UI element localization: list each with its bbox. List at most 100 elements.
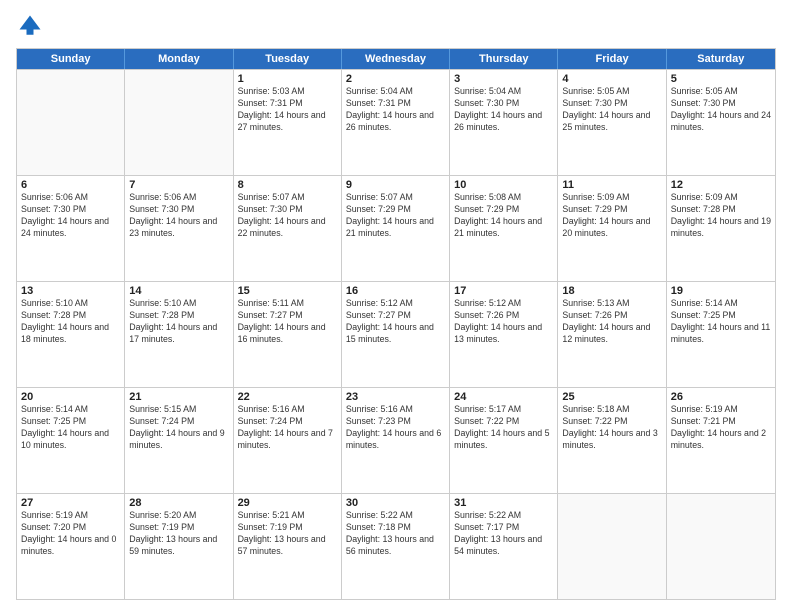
page: SundayMondayTuesdayWednesdayThursdayFrid… [0, 0, 792, 612]
weekday-header: Sunday [17, 49, 125, 69]
calendar-cell: 27Sunrise: 5:19 AM Sunset: 7:20 PM Dayli… [17, 494, 125, 599]
day-number: 20 [21, 391, 120, 403]
calendar-cell: 5Sunrise: 5:05 AM Sunset: 7:30 PM Daylig… [667, 70, 775, 175]
cell-detail: Sunrise: 5:10 AM Sunset: 7:28 PM Dayligh… [129, 298, 228, 346]
calendar-cell: 22Sunrise: 5:16 AM Sunset: 7:24 PM Dayli… [234, 388, 342, 493]
calendar-cell: 9Sunrise: 5:07 AM Sunset: 7:29 PM Daylig… [342, 176, 450, 281]
day-number: 23 [346, 391, 445, 403]
day-number: 17 [454, 285, 553, 297]
weekday-header: Monday [125, 49, 233, 69]
calendar-row: 27Sunrise: 5:19 AM Sunset: 7:20 PM Dayli… [17, 493, 775, 599]
calendar-cell: 2Sunrise: 5:04 AM Sunset: 7:31 PM Daylig… [342, 70, 450, 175]
day-number: 15 [238, 285, 337, 297]
cell-detail: Sunrise: 5:16 AM Sunset: 7:24 PM Dayligh… [238, 404, 337, 452]
day-number: 16 [346, 285, 445, 297]
cell-detail: Sunrise: 5:03 AM Sunset: 7:31 PM Dayligh… [238, 86, 337, 134]
cell-detail: Sunrise: 5:05 AM Sunset: 7:30 PM Dayligh… [671, 86, 771, 134]
calendar-cell: 21Sunrise: 5:15 AM Sunset: 7:24 PM Dayli… [125, 388, 233, 493]
cell-detail: Sunrise: 5:12 AM Sunset: 7:27 PM Dayligh… [346, 298, 445, 346]
cell-detail: Sunrise: 5:04 AM Sunset: 7:30 PM Dayligh… [454, 86, 553, 134]
calendar-cell: 25Sunrise: 5:18 AM Sunset: 7:22 PM Dayli… [558, 388, 666, 493]
day-number: 27 [21, 497, 120, 509]
calendar-row: 6Sunrise: 5:06 AM Sunset: 7:30 PM Daylig… [17, 175, 775, 281]
cell-detail: Sunrise: 5:04 AM Sunset: 7:31 PM Dayligh… [346, 86, 445, 134]
cell-detail: Sunrise: 5:20 AM Sunset: 7:19 PM Dayligh… [129, 510, 228, 558]
calendar-cell: 29Sunrise: 5:21 AM Sunset: 7:19 PM Dayli… [234, 494, 342, 599]
cell-detail: Sunrise: 5:06 AM Sunset: 7:30 PM Dayligh… [129, 192, 228, 240]
calendar-cell: 1Sunrise: 5:03 AM Sunset: 7:31 PM Daylig… [234, 70, 342, 175]
calendar-cell: 17Sunrise: 5:12 AM Sunset: 7:26 PM Dayli… [450, 282, 558, 387]
day-number: 14 [129, 285, 228, 297]
cell-detail: Sunrise: 5:16 AM Sunset: 7:23 PM Dayligh… [346, 404, 445, 452]
day-number: 5 [671, 73, 771, 85]
calendar-cell [125, 70, 233, 175]
calendar-cell: 14Sunrise: 5:10 AM Sunset: 7:28 PM Dayli… [125, 282, 233, 387]
day-number: 8 [238, 179, 337, 191]
cell-detail: Sunrise: 5:09 AM Sunset: 7:29 PM Dayligh… [562, 192, 661, 240]
weekday-header: Saturday [667, 49, 775, 69]
calendar-cell: 11Sunrise: 5:09 AM Sunset: 7:29 PM Dayli… [558, 176, 666, 281]
cell-detail: Sunrise: 5:21 AM Sunset: 7:19 PM Dayligh… [238, 510, 337, 558]
cell-detail: Sunrise: 5:07 AM Sunset: 7:29 PM Dayligh… [346, 192, 445, 240]
calendar-cell: 6Sunrise: 5:06 AM Sunset: 7:30 PM Daylig… [17, 176, 125, 281]
calendar-cell: 10Sunrise: 5:08 AM Sunset: 7:29 PM Dayli… [450, 176, 558, 281]
cell-detail: Sunrise: 5:22 AM Sunset: 7:18 PM Dayligh… [346, 510, 445, 558]
calendar-cell [558, 494, 666, 599]
cell-detail: Sunrise: 5:10 AM Sunset: 7:28 PM Dayligh… [21, 298, 120, 346]
calendar-cell: 12Sunrise: 5:09 AM Sunset: 7:28 PM Dayli… [667, 176, 775, 281]
day-number: 21 [129, 391, 228, 403]
calendar-row: 13Sunrise: 5:10 AM Sunset: 7:28 PM Dayli… [17, 281, 775, 387]
day-number: 29 [238, 497, 337, 509]
cell-detail: Sunrise: 5:17 AM Sunset: 7:22 PM Dayligh… [454, 404, 553, 452]
cell-detail: Sunrise: 5:05 AM Sunset: 7:30 PM Dayligh… [562, 86, 661, 134]
calendar-header: SundayMondayTuesdayWednesdayThursdayFrid… [17, 49, 775, 69]
cell-detail: Sunrise: 5:06 AM Sunset: 7:30 PM Dayligh… [21, 192, 120, 240]
calendar-cell [667, 494, 775, 599]
day-number: 19 [671, 285, 771, 297]
cell-detail: Sunrise: 5:14 AM Sunset: 7:25 PM Dayligh… [21, 404, 120, 452]
calendar-body: 1Sunrise: 5:03 AM Sunset: 7:31 PM Daylig… [17, 69, 775, 599]
day-number: 10 [454, 179, 553, 191]
calendar-cell: 23Sunrise: 5:16 AM Sunset: 7:23 PM Dayli… [342, 388, 450, 493]
calendar-cell: 13Sunrise: 5:10 AM Sunset: 7:28 PM Dayli… [17, 282, 125, 387]
calendar-cell: 30Sunrise: 5:22 AM Sunset: 7:18 PM Dayli… [342, 494, 450, 599]
day-number: 1 [238, 73, 337, 85]
calendar-cell: 20Sunrise: 5:14 AM Sunset: 7:25 PM Dayli… [17, 388, 125, 493]
cell-detail: Sunrise: 5:09 AM Sunset: 7:28 PM Dayligh… [671, 192, 771, 240]
cell-detail: Sunrise: 5:22 AM Sunset: 7:17 PM Dayligh… [454, 510, 553, 558]
day-number: 18 [562, 285, 661, 297]
day-number: 4 [562, 73, 661, 85]
cell-detail: Sunrise: 5:11 AM Sunset: 7:27 PM Dayligh… [238, 298, 337, 346]
cell-detail: Sunrise: 5:08 AM Sunset: 7:29 PM Dayligh… [454, 192, 553, 240]
cell-detail: Sunrise: 5:13 AM Sunset: 7:26 PM Dayligh… [562, 298, 661, 346]
day-number: 24 [454, 391, 553, 403]
day-number: 31 [454, 497, 553, 509]
day-number: 26 [671, 391, 771, 403]
calendar-row: 1Sunrise: 5:03 AM Sunset: 7:31 PM Daylig… [17, 69, 775, 175]
cell-detail: Sunrise: 5:12 AM Sunset: 7:26 PM Dayligh… [454, 298, 553, 346]
weekday-header: Wednesday [342, 49, 450, 69]
cell-detail: Sunrise: 5:18 AM Sunset: 7:22 PM Dayligh… [562, 404, 661, 452]
day-number: 3 [454, 73, 553, 85]
calendar-cell: 28Sunrise: 5:20 AM Sunset: 7:19 PM Dayli… [125, 494, 233, 599]
cell-detail: Sunrise: 5:19 AM Sunset: 7:20 PM Dayligh… [21, 510, 120, 558]
logo-icon [16, 12, 44, 40]
calendar-cell: 16Sunrise: 5:12 AM Sunset: 7:27 PM Dayli… [342, 282, 450, 387]
calendar-cell: 15Sunrise: 5:11 AM Sunset: 7:27 PM Dayli… [234, 282, 342, 387]
day-number: 22 [238, 391, 337, 403]
day-number: 2 [346, 73, 445, 85]
calendar-cell: 7Sunrise: 5:06 AM Sunset: 7:30 PM Daylig… [125, 176, 233, 281]
day-number: 9 [346, 179, 445, 191]
day-number: 11 [562, 179, 661, 191]
cell-detail: Sunrise: 5:15 AM Sunset: 7:24 PM Dayligh… [129, 404, 228, 452]
day-number: 13 [21, 285, 120, 297]
day-number: 6 [21, 179, 120, 191]
cell-detail: Sunrise: 5:19 AM Sunset: 7:21 PM Dayligh… [671, 404, 771, 452]
day-number: 28 [129, 497, 228, 509]
day-number: 25 [562, 391, 661, 403]
calendar-cell: 31Sunrise: 5:22 AM Sunset: 7:17 PM Dayli… [450, 494, 558, 599]
calendar-cell: 4Sunrise: 5:05 AM Sunset: 7:30 PM Daylig… [558, 70, 666, 175]
header [16, 12, 776, 40]
calendar-cell [17, 70, 125, 175]
calendar: SundayMondayTuesdayWednesdayThursdayFrid… [16, 48, 776, 600]
